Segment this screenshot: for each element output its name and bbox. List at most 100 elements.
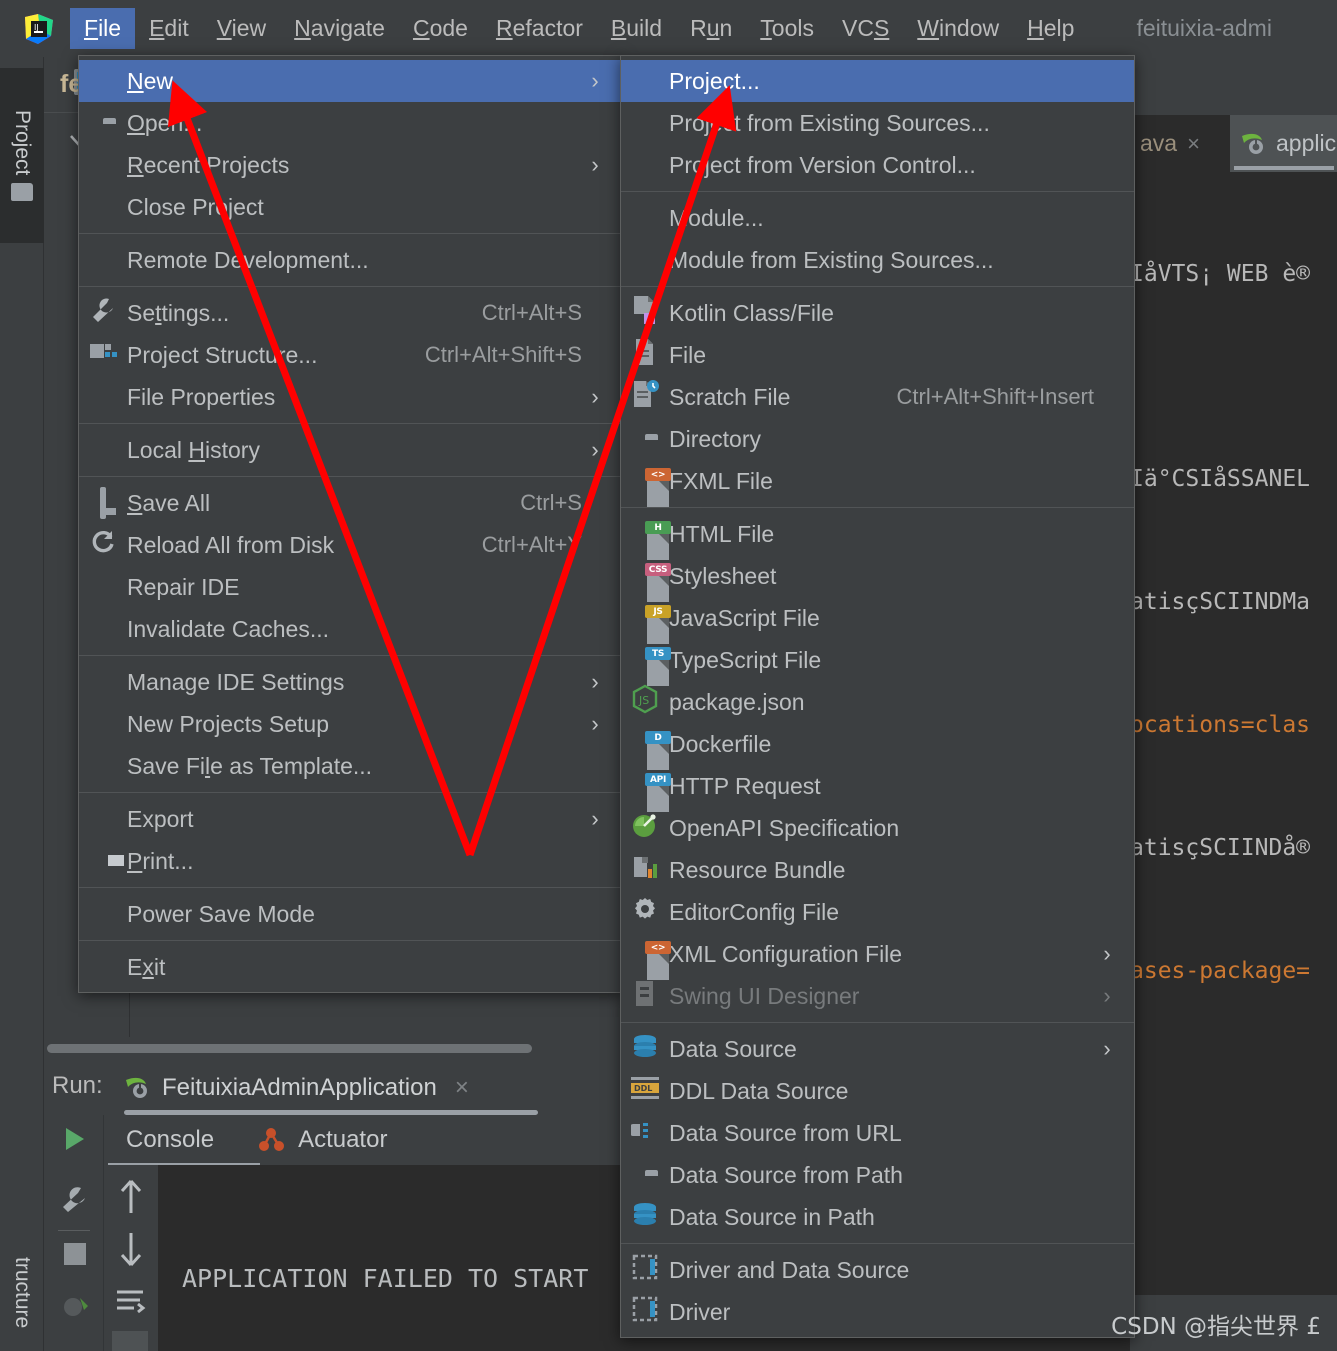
- menu-item-save-file-as-template[interactable]: Save File as Template...: [79, 745, 622, 787]
- menu-item-close-project[interactable]: Close Project: [79, 186, 622, 228]
- menubar-item-vcs[interactable]: VCS: [828, 8, 903, 49]
- menu-item-data-source[interactable]: Data Source ›: [621, 1028, 1134, 1070]
- tab-console[interactable]: Console: [104, 1126, 236, 1154]
- menu-item-icon-slot: [621, 1296, 669, 1328]
- menu-item-project-from-version-control[interactable]: Project from Version Control...: [621, 144, 1134, 186]
- none: [90, 247, 116, 273]
- menu-item-data-source-in-path[interactable]: Data Source in Path: [621, 1196, 1134, 1238]
- run-icon[interactable]: [58, 1123, 90, 1155]
- menu-item-driver-and-data-source[interactable]: Driver and Data Source: [621, 1249, 1134, 1291]
- scroll-to-end-icon[interactable]: [112, 1331, 148, 1351]
- menu-item-resource-bundle[interactable]: Resource Bundle: [621, 849, 1134, 891]
- menu-item-scratch-file[interactable]: Scratch File Ctrl+Alt+Shift+Insert: [621, 376, 1134, 418]
- file-menu[interactable]: New › Open... Recent Projects › Close Project…: [78, 55, 623, 993]
- run-side-toolbar: [44, 1115, 104, 1351]
- menu-item-reload-all-from-disk[interactable]: Reload All from Disk Ctrl+Alt+Y: [79, 524, 622, 566]
- menubar-item-file[interactable]: File: [70, 8, 136, 49]
- menubar-item-navigate[interactable]: Navigate: [280, 8, 399, 49]
- new-submenu[interactable]: Project... Project from Existing Sources.…: [620, 55, 1135, 1338]
- menu-item-new-projects-setup[interactable]: New Projects Setup ›: [79, 703, 622, 745]
- editor-tab-application[interactable]: applic: [1230, 115, 1337, 172]
- close-icon[interactable]: ×: [455, 1074, 469, 1102]
- sidebar-item-project[interactable]: Project: [0, 68, 44, 243]
- tab-actuator[interactable]: Actuator: [236, 1126, 409, 1154]
- openapi-icon: [631, 811, 659, 845]
- menu-item-stylesheet[interactable]: CSS Stylesheet: [621, 555, 1134, 602]
- menubar-item-edit[interactable]: Edit: [135, 8, 203, 49]
- debug-icon[interactable]: [58, 1290, 92, 1324]
- mnemonic: T: [760, 15, 772, 41]
- menubar-item-help[interactable]: Help: [1013, 8, 1088, 49]
- menu-item-icon-slot: [79, 954, 127, 980]
- menubar-item-window[interactable]: Window: [903, 8, 1013, 49]
- menu-item-xml-configuration-file[interactable]: <> XML Configuration File ›: [621, 933, 1134, 980]
- menu-item-driver[interactable]: Driver: [621, 1291, 1134, 1333]
- svg-text:DDL: DDL: [634, 1084, 652, 1093]
- menu-item-label: Open...: [127, 109, 203, 136]
- menu-item-project-from-existing-sources[interactable]: Project from Existing Sources...: [621, 102, 1134, 144]
- menu-item-typescript-file[interactable]: TS TypeScript File: [621, 639, 1134, 686]
- menu-item-file[interactable]: File: [621, 334, 1134, 376]
- menu-separator: [79, 792, 622, 793]
- code-line: IåVTS¡ WEB è®: [1130, 261, 1311, 287]
- scratch-file-icon: [631, 379, 659, 416]
- menu-item-project-structure[interactable]: Project Structure... Ctrl+Alt+Shift+S: [79, 334, 622, 376]
- window-project-title: feituixia-admi: [1136, 15, 1272, 41]
- menu-item-save-all[interactable]: Save All Ctrl+S: [79, 482, 622, 524]
- menu-separator: [621, 507, 1134, 508]
- menu-item-dockerfile[interactable]: D Dockerfile: [621, 723, 1134, 770]
- menu-item-openapi-specification[interactable]: OpenAPI Specification: [621, 807, 1134, 849]
- menu-item-ddl-data-source[interactable]: DDL DDL Data Source: [621, 1070, 1134, 1112]
- menu-item-kotlin-class-file[interactable]: Kotlin Class/File: [621, 292, 1134, 334]
- menu-item-http-request[interactable]: API HTTP Request: [621, 765, 1134, 812]
- project-tab-label: Project: [11, 109, 34, 176]
- menu-item-manage-ide-settings[interactable]: Manage IDE Settings ›: [79, 661, 622, 703]
- menu-item-new[interactable]: New ›: [79, 60, 622, 102]
- menu-item-export[interactable]: Export ›: [79, 798, 622, 840]
- menu-item-label: Save File as Template...: [127, 752, 373, 779]
- menu-item-file-properties[interactable]: File Properties ›: [79, 376, 622, 418]
- spring-boot-icon: [1240, 132, 1266, 156]
- menu-item-data-source-from-url[interactable]: Data Source from URL: [621, 1112, 1134, 1154]
- menu-item-power-save-mode[interactable]: Power Save Mode: [79, 893, 622, 935]
- menu-item-project[interactable]: Project...: [621, 60, 1134, 102]
- menu-item-remote-development[interactable]: Remote Development...: [79, 239, 622, 281]
- menu-item-label: Export: [127, 805, 194, 832]
- menu-item-fxml-file[interactable]: <> FXML File: [621, 460, 1134, 507]
- menu-item-open[interactable]: Open...: [79, 102, 622, 144]
- menubar-item-view[interactable]: View: [203, 8, 280, 49]
- arrow-down-icon[interactable]: [114, 1227, 148, 1271]
- menubar-item-code[interactable]: Code: [399, 8, 482, 49]
- menu-item-directory[interactable]: Directory: [621, 418, 1134, 460]
- menu-item-recent-projects[interactable]: Recent Projects ›: [79, 144, 622, 186]
- close-icon[interactable]: ×: [1187, 131, 1200, 157]
- menu-item-package-json[interactable]: JS package.json: [621, 681, 1134, 723]
- menu-item-module[interactable]: Module...: [621, 197, 1134, 239]
- menu-item-invalidate-caches[interactable]: Invalidate Caches...: [79, 608, 622, 650]
- menu-item-editorconfig-file[interactable]: EditorConfig File: [621, 891, 1134, 933]
- sidebar-item-structure[interactable]: tructure: [0, 1235, 44, 1351]
- menubar-item-tools[interactable]: Tools: [746, 8, 828, 49]
- editor-code[interactable]: IåVTS¡ WEB è® Iä°CSIåSSANEL atisçSCIINDM…: [1130, 172, 1337, 1074]
- arrow-up-icon[interactable]: [114, 1175, 148, 1219]
- menu-item-print[interactable]: Print...: [79, 840, 622, 882]
- scrollbar-thumb[interactable]: [47, 1044, 532, 1053]
- menu-item-module-from-existing-sources[interactable]: Module from Existing Sources...: [621, 239, 1134, 281]
- stop-icon[interactable]: [64, 1243, 86, 1265]
- soft-wrap-icon[interactable]: [112, 1285, 148, 1321]
- menu-item-repair-ide[interactable]: Repair IDE: [79, 566, 622, 608]
- menu-item-exit[interactable]: Exit: [79, 946, 622, 988]
- menu-item-data-source-from-path[interactable]: Data Source from Path: [621, 1154, 1134, 1196]
- data-source-url-icon: [629, 1118, 659, 1148]
- menubar-item-build[interactable]: Build: [597, 8, 676, 49]
- menu-item-local-history[interactable]: Local History ›: [79, 429, 622, 471]
- menubar-item-run[interactable]: Run: [676, 8, 746, 49]
- menu-item-html-file[interactable]: H HTML File: [621, 513, 1134, 560]
- wrench-icon[interactable]: [58, 1183, 90, 1215]
- menubar-item-refactor[interactable]: Refactor: [482, 8, 597, 49]
- run-configuration-tab[interactable]: FeituixiaAdminApplication ×: [124, 1065, 469, 1111]
- menu-item-javascript-file[interactable]: JS JavaScript File: [621, 597, 1134, 644]
- none: [90, 152, 116, 178]
- menu-item-settings[interactable]: Settings... Ctrl+Alt+S: [79, 292, 622, 334]
- editor-tab-java[interactable]: ava ×: [1130, 115, 1230, 172]
